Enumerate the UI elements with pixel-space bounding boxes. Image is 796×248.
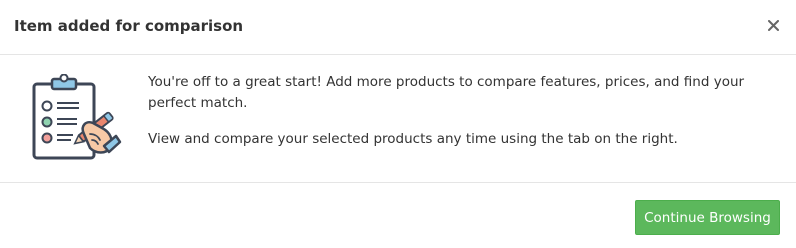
close-button[interactable] [764, 16, 782, 34]
modal-footer: Continue Browsing [0, 183, 796, 248]
modal-title: Item added for comparison [14, 17, 244, 35]
intro-message: You're off to a great start! Add more pr… [148, 74, 745, 111]
clipboard-checklist-icon [32, 74, 122, 160]
compare-hint-message: View and compare your selected products … [148, 131, 678, 147]
comparison-modal: Item added for comparison You're off to … [0, 0, 796, 248]
modal-header: Item added for comparison [0, 0, 796, 55]
close-icon [767, 19, 779, 31]
continue-browsing-button[interactable]: Continue Browsing [635, 200, 780, 235]
modal-body: You're off to a great start! Add more pr… [0, 55, 796, 183]
